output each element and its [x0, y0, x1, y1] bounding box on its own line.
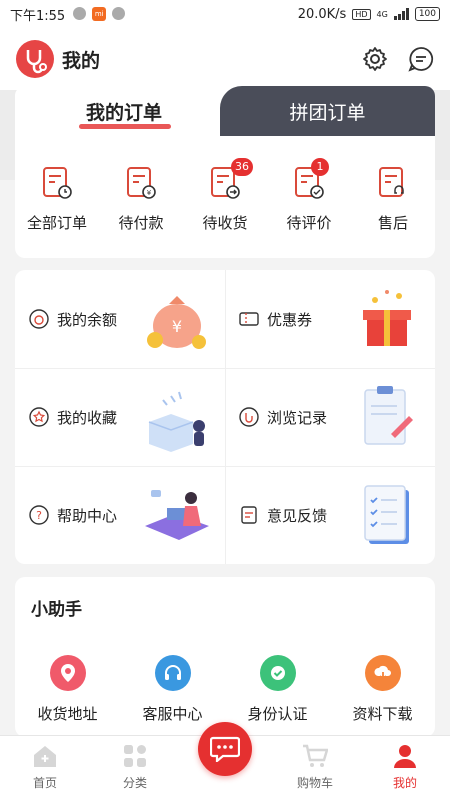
- page-header: 我的: [0, 28, 450, 90]
- network-type: 4G: [376, 9, 388, 19]
- cart-icon: [303, 744, 328, 767]
- notification-dot-icon: [112, 7, 126, 20]
- order-all[interactable]: 全部订单: [15, 166, 99, 233]
- verified-icon: [259, 655, 296, 691]
- svg-text:¥: ¥: [172, 317, 182, 336]
- order-after-sales[interactable]: 售后: [351, 166, 435, 233]
- signal-icon: [393, 8, 409, 20]
- tab-home[interactable]: 首页: [0, 736, 90, 800]
- tab-mine[interactable]: 我的: [360, 736, 450, 800]
- address-label: 收货地址: [37, 705, 98, 723]
- helper-card: 小助手 收货地址 客服中心 身份认证 资料下载: [15, 577, 435, 737]
- page-title: 我的: [62, 49, 101, 72]
- network-speed: 20.0K/s: [297, 6, 347, 22]
- home-icon: [34, 746, 56, 767]
- help-item[interactable]: ? 帮助中心: [15, 466, 225, 564]
- coupon-item[interactable]: 优惠券: [225, 270, 435, 368]
- tab-label: 首页: [32, 776, 57, 790]
- order-label: 待评价: [286, 214, 332, 232]
- mi-app-icon: mi: [92, 7, 107, 21]
- coupon-label: 优惠券: [267, 310, 313, 329]
- svg-text:?: ?: [36, 509, 42, 522]
- star-icon: [29, 407, 49, 427]
- customer-service-item[interactable]: 客服中心: [120, 655, 225, 724]
- after-sales-icon: [379, 167, 404, 197]
- gift-box-illustration: [363, 290, 411, 346]
- avatar[interactable]: [16, 40, 54, 78]
- tab-cart[interactable]: 购物车: [270, 736, 360, 800]
- order-label: 待付款: [118, 214, 164, 232]
- order-pending-receipt[interactable]: 36 待收货: [183, 158, 267, 233]
- feedback-label: 意见反馈: [267, 506, 328, 525]
- feedback-icon: [241, 506, 257, 524]
- battery-icon: 100: [414, 7, 440, 21]
- verification-label: 身份认证: [247, 705, 308, 723]
- order-badge: 36: [231, 158, 253, 176]
- user-icon: [394, 745, 416, 768]
- chat-bubble-icon: [210, 736, 240, 762]
- tab-label: 分类: [122, 776, 147, 790]
- order-label: 售后: [377, 214, 408, 232]
- address-item[interactable]: 收货地址: [15, 655, 120, 724]
- svg-text:¥: ¥: [147, 189, 152, 197]
- help-illustration: [145, 490, 209, 540]
- money-bag-illustration: ¥: [147, 296, 206, 349]
- money-bag-icon: [29, 309, 49, 329]
- tab-label: 购物车: [296, 776, 333, 790]
- helper-title: 小助手: [31, 600, 82, 620]
- tab-label: 我的: [392, 776, 417, 790]
- all-orders-icon: [43, 167, 72, 199]
- order-badge: 1: [311, 158, 329, 176]
- headset-icon: [154, 655, 191, 691]
- status-bar: 下午1:55 mi 20.0K/s HD 4G 100: [0, 0, 450, 28]
- balance-item[interactable]: 我的余额 ¥: [15, 270, 225, 368]
- services-grid: 我的余额 ¥ 优惠券 我的收藏 浏览记录 ? 帮助中心 意见反馈: [15, 270, 435, 564]
- coupon-icon: [239, 312, 259, 326]
- stethoscope-icon: [26, 50, 47, 74]
- order-label: 待收货: [202, 214, 248, 232]
- tab-underline: [79, 124, 171, 129]
- history-label: 浏览记录: [267, 408, 328, 427]
- hd-icon: HD: [352, 8, 371, 20]
- favorites-label: 我的收藏: [57, 408, 118, 427]
- balance-label: 我的余额: [57, 310, 118, 329]
- orders-card: 我的订单 拼团订单 全部订单 ¥ 待付款 36 待收货 1 待评价 售后: [15, 86, 435, 258]
- message-icon[interactable]: [408, 46, 434, 72]
- download-item[interactable]: 资料下载: [330, 655, 435, 724]
- order-pending-review[interactable]: 1 待评价: [267, 158, 351, 233]
- clipboard-illustration: [364, 386, 413, 445]
- help-label: 帮助中心: [57, 506, 118, 525]
- customer-service-label: 客服中心: [142, 705, 203, 723]
- favorites-item[interactable]: 我的收藏: [15, 368, 225, 466]
- order-pending-payment[interactable]: ¥ 待付款: [99, 166, 183, 233]
- gear-icon[interactable]: [362, 46, 388, 72]
- tab-category[interactable]: 分类: [90, 736, 180, 800]
- pending-payment-icon: ¥: [127, 167, 156, 199]
- tab-group-orders[interactable]: 拼团订单: [220, 86, 435, 136]
- download-icon: [364, 655, 401, 691]
- document-illustration: [364, 485, 409, 544]
- history-icon: [239, 407, 259, 427]
- verification-item[interactable]: 身份认证: [225, 655, 330, 724]
- favorites-illustration: [148, 391, 205, 452]
- notification-dot-icon: [73, 7, 87, 20]
- feedback-item[interactable]: 意见反馈: [225, 466, 435, 564]
- download-label: 资料下载: [352, 705, 413, 723]
- order-label: 全部订单: [26, 214, 87, 232]
- question-icon: ?: [29, 505, 49, 525]
- location-icon: [49, 655, 86, 691]
- history-item[interactable]: 浏览记录: [225, 368, 435, 466]
- status-time: 下午1:55: [10, 8, 66, 24]
- center-message-button[interactable]: [198, 722, 252, 776]
- category-icon: [124, 745, 146, 767]
